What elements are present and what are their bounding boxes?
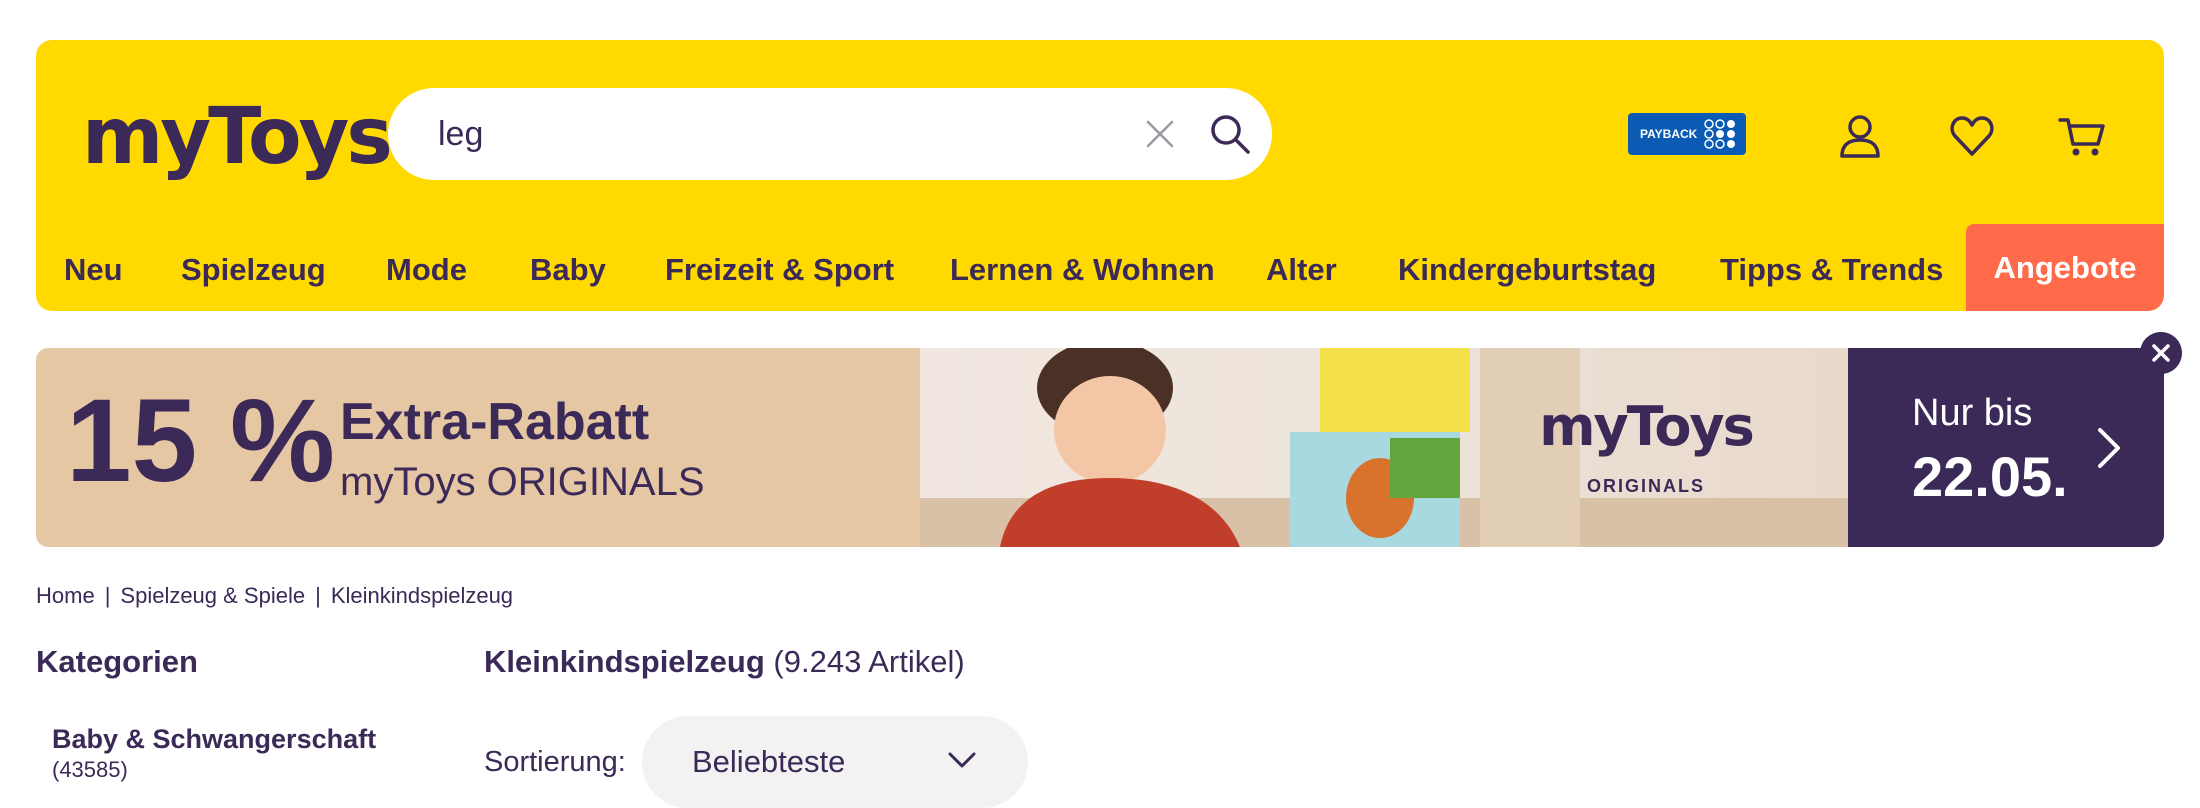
chevron-down-icon (948, 752, 976, 768)
search-input[interactable] (438, 110, 1058, 158)
close-icon[interactable] (2140, 332, 2182, 374)
payback-label: PAYBACK (1640, 127, 1698, 141)
search-bar (388, 88, 1272, 180)
promo-banner[interactable]: 15 % Extra-Rabatt myToys ORIGINALS myToy… (36, 348, 2164, 547)
nav-item-kindergeburtstag[interactable]: Kindergeburtstag (1398, 252, 1656, 288)
account-icon[interactable] (1836, 112, 1884, 160)
results-heading: Kleinkindspielzeug (9.243 Artikel) (484, 644, 965, 680)
category-item-count: (43585) (52, 757, 128, 782)
nav-item-angebote[interactable]: Angebote (1966, 224, 2164, 311)
sort-value: Beliebteste (692, 744, 846, 779)
nav-item-alter[interactable]: Alter (1266, 252, 1337, 288)
category-item[interactable]: Baby & Schwangerschaft (43585) (52, 722, 376, 784)
cart-icon[interactable] (2058, 112, 2106, 160)
heart-icon[interactable] (1948, 112, 1996, 160)
payback-dots-icon (1704, 119, 1735, 149)
breadcrumb-separator: | (104, 583, 111, 608)
sort-dropdown[interactable]: Beliebteste (642, 716, 1028, 808)
categories-heading: Kategorien (36, 644, 198, 679)
banner-date: 22.05. (1912, 445, 2068, 508)
clear-search-icon[interactable] (1144, 118, 1176, 150)
mytoys-logo[interactable]: myToys (82, 98, 393, 176)
nav-item-spielzeug[interactable]: Spielzeug (181, 252, 326, 288)
nav-item-baby[interactable]: Baby (530, 252, 606, 288)
breadcrumb-kleinkindspielzeug[interactable]: Kleinkindspielzeug (331, 583, 513, 609)
site-header: myToys PAYBACK (36, 40, 2164, 311)
nav-item-lernen-wohnen[interactable]: Lernen & Wohnen (950, 252, 1215, 288)
sort-label: Sortierung: (484, 746, 626, 778)
search-icon[interactable] (1208, 112, 1252, 156)
banner-until: Nur bis (1912, 392, 2033, 434)
chevron-right-icon (2098, 428, 2120, 468)
breadcrumb: Home | Spielzeug & Spiele | Kleinkindspi… (36, 583, 513, 609)
banner-subtitle: myToys ORIGINALS (340, 460, 705, 504)
breadcrumb-spielzeug-spiele[interactable]: Spielzeug & Spiele (120, 583, 305, 609)
banner-percent: 15 % (66, 375, 335, 507)
banner-brand-logo: myToys (1539, 395, 1755, 458)
results-count: (9.243 Artikel) (773, 644, 965, 679)
nav-item-tipps-trends[interactable]: Tipps & Trends (1720, 252, 1943, 288)
nav-item-freizeit-sport[interactable]: Freizeit & Sport (665, 252, 894, 288)
banner-title: Extra-Rabatt (340, 393, 650, 451)
nav-item-neu[interactable]: Neu (64, 252, 123, 288)
results-title: Kleinkindspielzeug (484, 644, 765, 679)
breadcrumb-home[interactable]: Home (36, 583, 95, 609)
breadcrumb-separator: | (315, 583, 321, 608)
nav-item-mode[interactable]: Mode (386, 252, 467, 288)
banner-brand-sub: ORIGINALS (1586, 476, 1705, 496)
category-item-name: Baby & Schwangerschaft (52, 724, 377, 754)
payback-icon[interactable]: PAYBACK (1628, 113, 1746, 155)
main-nav: Neu Spielzeug Mode Baby Freizeit & Sport… (36, 224, 2164, 311)
